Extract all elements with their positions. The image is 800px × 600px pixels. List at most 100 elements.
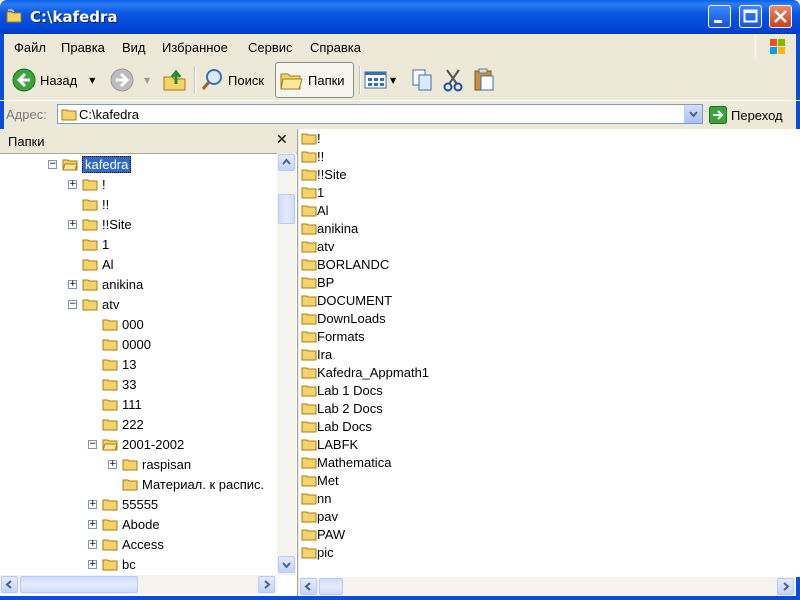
scroll-left-button[interactable]	[300, 578, 317, 595]
list-item[interactable]: DownLoads	[301, 309, 386, 327]
scroll-right-button[interactable]	[777, 578, 794, 595]
list-item[interactable]: Ira	[301, 345, 332, 363]
expand-icon[interactable]: +	[68, 280, 77, 289]
scroll-right-button[interactable]	[258, 576, 275, 593]
tree-item[interactable]: atv	[82, 294, 119, 314]
search-button[interactable]: Поиск	[200, 62, 264, 98]
scroll-left-button[interactable]	[1, 576, 18, 593]
list-item[interactable]: !	[301, 129, 321, 147]
list-item[interactable]: atv	[301, 237, 334, 255]
expand-icon[interactable]: +	[88, 500, 97, 509]
list-item[interactable]: Met	[301, 471, 339, 489]
list-item[interactable]: Lab 1 Docs	[301, 381, 383, 399]
tree-item[interactable]: kafedra	[62, 154, 132, 174]
list-item-label: !!Site	[317, 166, 347, 182]
forward-button[interactable]: ▼	[110, 62, 150, 98]
list-item[interactable]: Kafedra_Appmath1	[301, 363, 429, 381]
expand-icon[interactable]: +	[88, 520, 97, 529]
paste-button[interactable]	[472, 62, 496, 98]
menu-edit[interactable]: Правка	[61, 40, 105, 55]
menu-tools[interactable]: Сервис	[248, 40, 293, 55]
expand-icon[interactable]: +	[68, 180, 77, 189]
back-label: Назад	[40, 72, 78, 88]
list-item[interactable]: Lab 2 Docs	[301, 399, 383, 417]
list-item[interactable]: pav	[301, 507, 338, 525]
tree-item[interactable]: 55555	[102, 494, 158, 514]
minimize-button[interactable]	[708, 5, 731, 28]
tree-item[interactable]: raspisan	[122, 454, 191, 474]
expand-icon[interactable]: +	[88, 540, 97, 549]
tree-item[interactable]: bc	[102, 554, 136, 574]
title-bar[interactable]: C:\kafedra	[0, 0, 800, 34]
cut-button[interactable]	[441, 62, 465, 98]
list-item[interactable]: anikina	[301, 219, 358, 237]
collapse-icon[interactable]: −	[88, 440, 97, 449]
list-item[interactable]: BP	[301, 273, 334, 291]
expand-icon[interactable]: +	[108, 460, 117, 469]
list-item[interactable]: pic	[301, 543, 334, 561]
forward-dropdown-icon[interactable]: ▼	[144, 76, 150, 85]
collapse-icon[interactable]: −	[68, 300, 77, 309]
address-dropdown-button[interactable]	[684, 105, 702, 123]
scroll-thumb[interactable]	[319, 578, 343, 595]
tree-item[interactable]: 33	[102, 374, 136, 394]
scroll-thumb[interactable]	[20, 576, 138, 593]
list-item[interactable]: Mathematica	[301, 453, 391, 471]
tree-item[interactable]: Abode	[102, 514, 160, 534]
list-item[interactable]: Al	[301, 201, 329, 219]
list-item[interactable]: BORLANDC	[301, 255, 389, 273]
views-dropdown-icon[interactable]: ▼	[390, 76, 396, 85]
scroll-thumb[interactable]	[278, 194, 295, 224]
up-folder-button[interactable]	[162, 62, 188, 98]
scroll-up-button[interactable]	[278, 154, 295, 171]
expand-icon[interactable]: +	[88, 560, 97, 569]
maximize-button[interactable]	[739, 5, 762, 28]
list-item[interactable]: nn	[301, 489, 331, 507]
menu-view[interactable]: Вид	[122, 40, 146, 55]
menu-help[interactable]: Справка	[310, 40, 361, 55]
list-item[interactable]: DOCUMENT	[301, 291, 392, 309]
menu-favorites[interactable]: Избранное	[162, 40, 228, 55]
tree-item[interactable]: 000	[102, 314, 144, 334]
tree-item[interactable]: 1	[82, 234, 109, 254]
tree-item[interactable]: 0000	[102, 334, 151, 354]
list-item[interactable]: 1	[301, 183, 324, 201]
list-item-label: atv	[317, 238, 335, 254]
tree-item[interactable]: 111	[102, 394, 142, 414]
tree-item[interactable]: Al	[82, 254, 114, 274]
folder-icon	[301, 313, 317, 324]
list-item[interactable]: Lab Docs	[301, 417, 372, 435]
collapse-icon[interactable]: −	[48, 160, 57, 169]
tree-item[interactable]: Access	[102, 534, 164, 554]
tree-item[interactable]: !!Site	[82, 214, 132, 234]
go-button[interactable]: Переход	[709, 106, 783, 124]
tree-item-label: Al	[102, 256, 114, 272]
folders-label: Папки	[308, 72, 345, 88]
expand-icon[interactable]: +	[68, 220, 77, 229]
tree-item[interactable]: !	[82, 174, 106, 194]
tree-horizontal-scrollbar[interactable]	[0, 575, 277, 594]
copy-button[interactable]	[410, 62, 434, 98]
menu-file[interactable]: Файл	[14, 40, 46, 55]
tree-item[interactable]: Материал. к распис.	[122, 474, 264, 494]
back-dropdown-icon[interactable]: ▼	[89, 76, 95, 85]
list-item[interactable]: Formats	[301, 327, 365, 345]
tree-item[interactable]: anikina	[82, 274, 143, 294]
list-item[interactable]: PAW	[301, 525, 345, 543]
tree-item[interactable]: 222	[102, 414, 144, 434]
close-pane-icon[interactable]: ✕	[276, 131, 288, 148]
views-button[interactable]: ▼	[364, 62, 396, 98]
tree-item[interactable]: 2001-2002	[102, 434, 184, 454]
folders-button[interactable]: Папки	[275, 62, 354, 98]
list-item[interactable]: !!	[301, 147, 324, 165]
tree-item[interactable]: !!	[82, 194, 109, 214]
tree-vertical-scrollbar[interactable]	[277, 153, 296, 575]
close-button[interactable]	[769, 5, 792, 28]
back-button[interactable]: Назад ▼	[12, 62, 95, 98]
files-horizontal-scrollbar[interactable]	[299, 577, 796, 596]
address-input[interactable]: C:\kafedra	[57, 104, 703, 124]
tree-item[interactable]: 13	[102, 354, 136, 374]
scroll-down-button[interactable]	[278, 556, 295, 573]
list-item[interactable]: LABFK	[301, 435, 358, 453]
list-item[interactable]: !!Site	[301, 165, 347, 183]
